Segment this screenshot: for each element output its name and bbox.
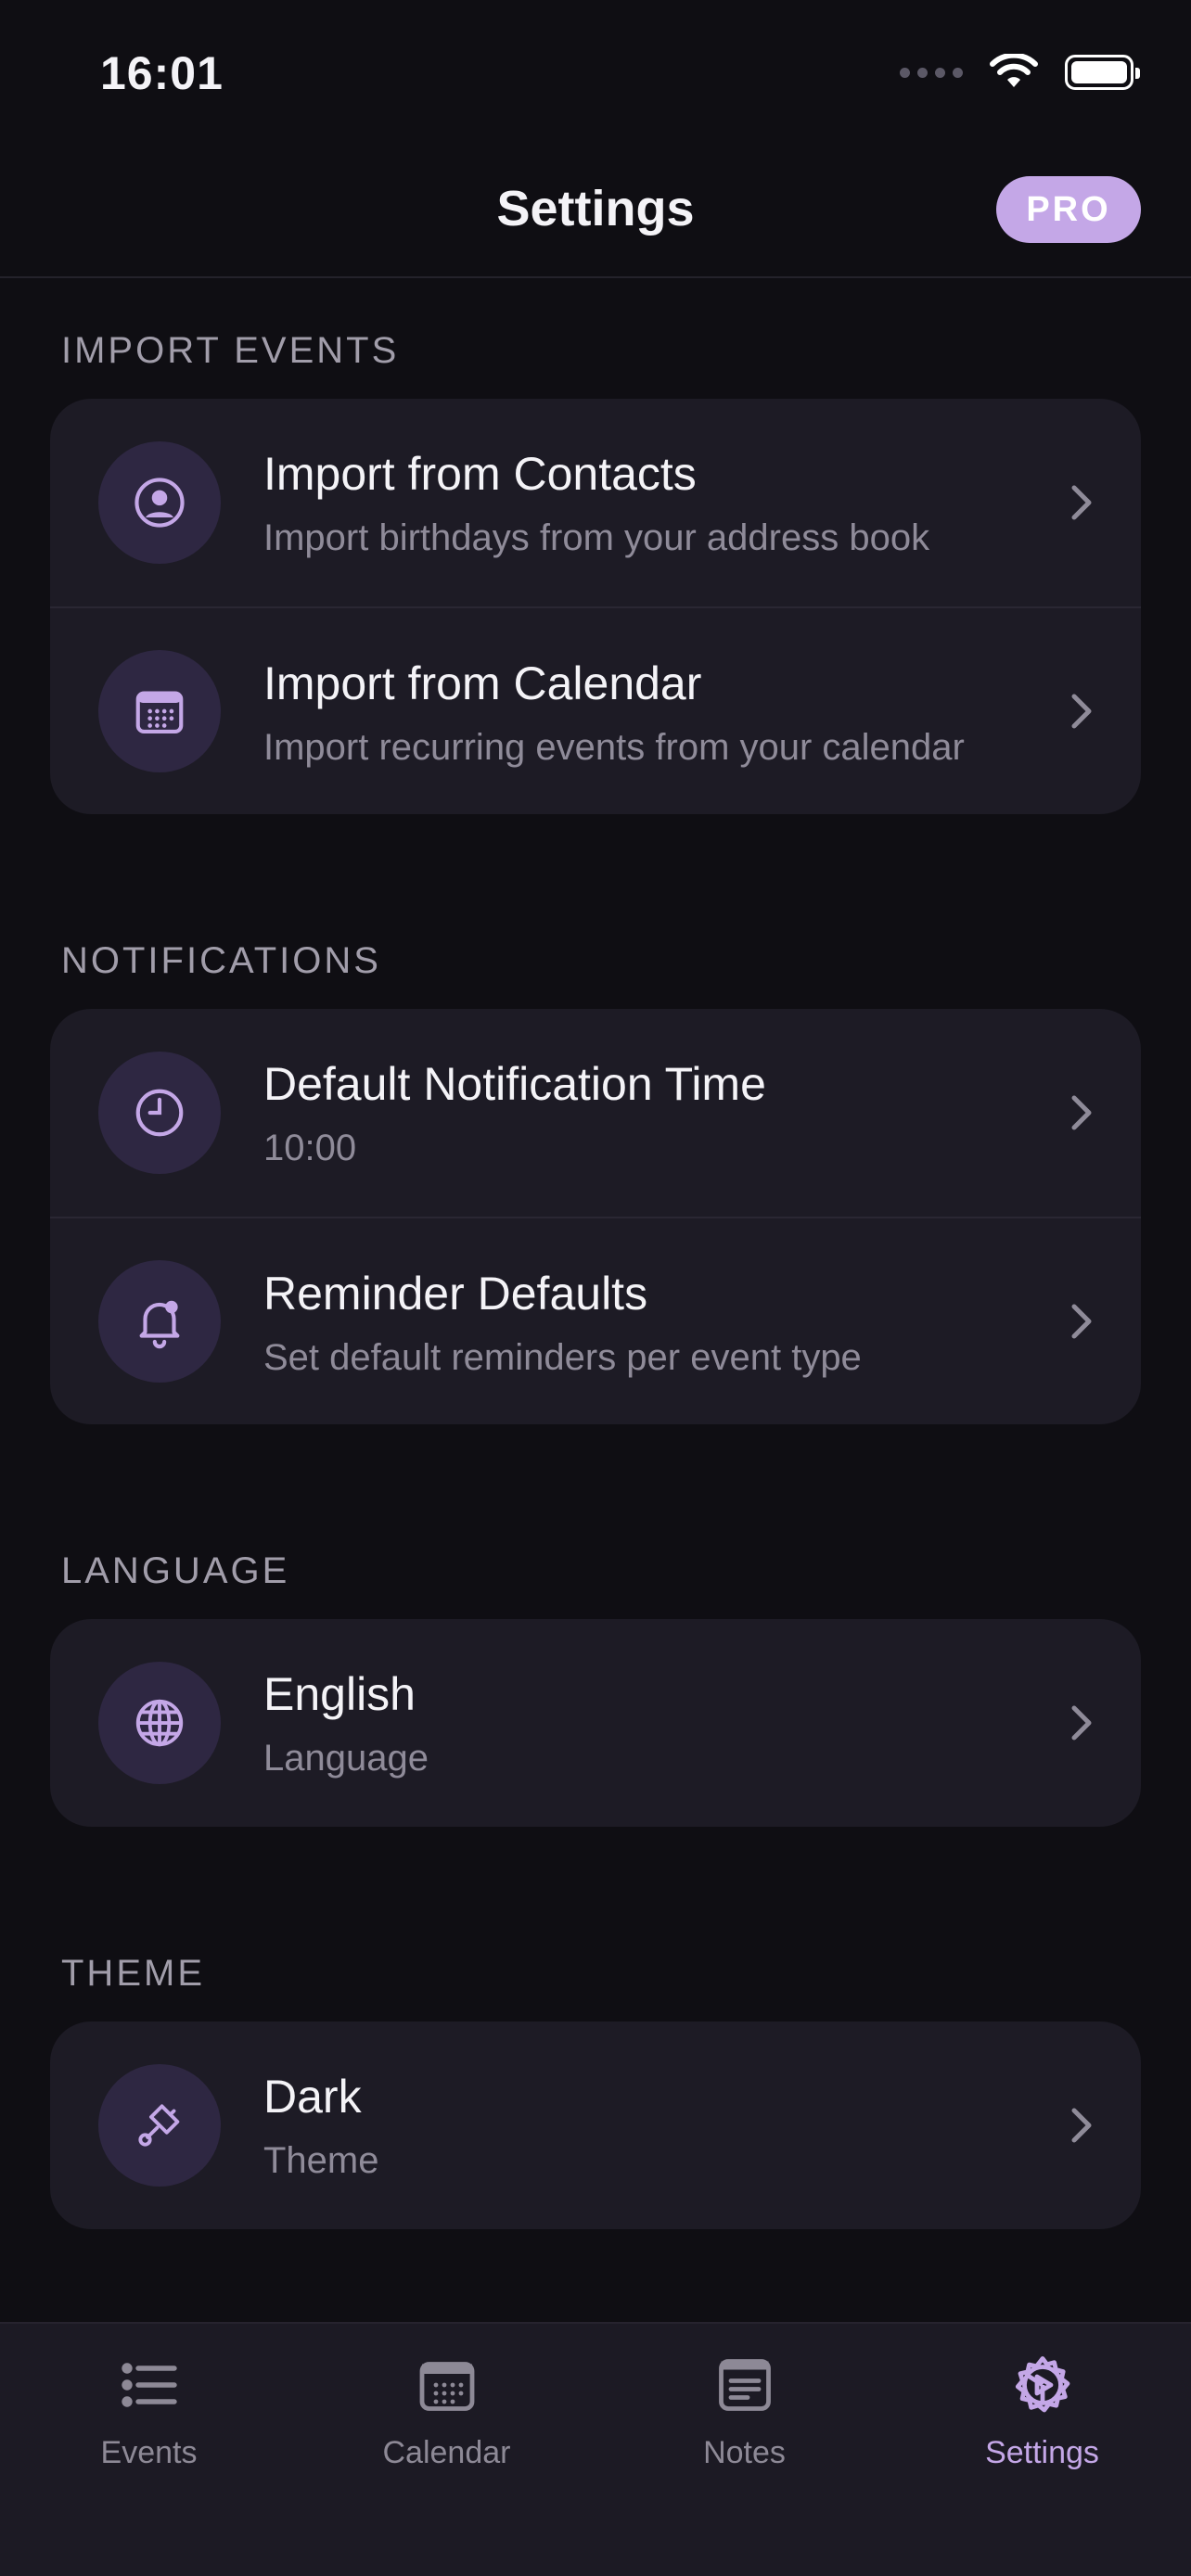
row-title: Default Notification Time: [263, 1058, 766, 1110]
section-label-notifications: NOTIFICATIONS: [61, 940, 381, 981]
tab-bar: Events Calendar Notes Settings: [0, 2322, 1191, 2576]
default-notification-time-row[interactable]: Default Notification Time 10:00: [50, 1009, 1141, 1217]
clock-icon: [98, 1052, 221, 1174]
row-subtitle: Import recurring events from your calend…: [263, 727, 965, 768]
row-title: Import from Calendar: [263, 657, 702, 709]
globe-icon: [98, 1662, 221, 1784]
wifi-icon: [990, 54, 1038, 87]
chevron-right-icon: [1071, 2108, 1092, 2143]
status-indicators: [900, 54, 1140, 91]
section-label-import-events: IMPORT EVENTS: [61, 330, 400, 371]
notifications-card: Default Notification Time 10:00 Reminder…: [50, 1009, 1141, 1424]
row-title: Reminder Defaults: [263, 1268, 648, 1320]
reminder-defaults-row[interactable]: Reminder Defaults Set default reminders …: [50, 1217, 1141, 1424]
row-title: Dark: [263, 2071, 362, 2123]
section-label-theme: THEME: [61, 1953, 205, 1994]
paintbrush-icon: [98, 2064, 221, 2187]
bell-icon: [98, 1260, 221, 1383]
chevron-right-icon: [1071, 485, 1092, 520]
notes-icon: [718, 2359, 771, 2411]
row-subtitle: 10:00: [263, 1128, 357, 1168]
tab-label: Settings: [985, 2435, 1099, 2470]
row-subtitle: Set default reminders per event type: [263, 1337, 862, 1378]
chevron-right-icon: [1071, 1705, 1092, 1741]
calendar-icon: [98, 650, 221, 772]
navigation-header: Settings PRO: [0, 148, 1191, 278]
tab-calendar[interactable]: Calendar: [298, 2352, 596, 2500]
row-title: Import from Contacts: [263, 448, 697, 500]
tab-label: Events: [100, 2435, 198, 2470]
gear-icon: [1015, 2356, 1069, 2413]
battery-icon: [1065, 55, 1140, 90]
tab-notes[interactable]: Notes: [596, 2352, 893, 2500]
chevron-right-icon: [1071, 1304, 1092, 1339]
language-card: English Language: [50, 1619, 1141, 1827]
row-subtitle: Language: [263, 1738, 429, 1779]
row-title: English: [263, 1668, 416, 1720]
section-label-language: LANGUAGE: [61, 1550, 290, 1591]
status-bar: 16:01: [0, 0, 1191, 148]
tab-events[interactable]: Events: [0, 2352, 298, 2500]
import-from-contacts-row[interactable]: Import from Contacts Import birthdays fr…: [50, 399, 1141, 606]
contact-icon: [98, 441, 221, 564]
tab-settings[interactable]: Settings: [893, 2352, 1191, 2500]
calendar-icon: [419, 2362, 474, 2411]
row-subtitle: Theme: [263, 2140, 379, 2181]
cellular-signal-icon: [900, 67, 963, 78]
row-subtitle: Import birthdays from your address book: [263, 517, 930, 558]
import-from-calendar-row[interactable]: Import from Calendar Import recurring ev…: [50, 606, 1141, 814]
theme-card: Dark Theme: [50, 2021, 1141, 2229]
status-time: 16:01: [100, 47, 224, 99]
theme-row[interactable]: Dark Theme: [50, 2021, 1141, 2229]
chevron-right-icon: [1071, 1095, 1092, 1130]
tab-label: Calendar: [382, 2435, 511, 2470]
chevron-right-icon: [1071, 694, 1092, 729]
import-events-card: Import from Contacts Import birthdays fr…: [50, 399, 1141, 814]
language-row[interactable]: English Language: [50, 1619, 1141, 1827]
list-icon: [121, 2363, 177, 2407]
pro-badge-button[interactable]: PRO: [996, 176, 1141, 243]
tab-label: Notes: [703, 2435, 786, 2470]
